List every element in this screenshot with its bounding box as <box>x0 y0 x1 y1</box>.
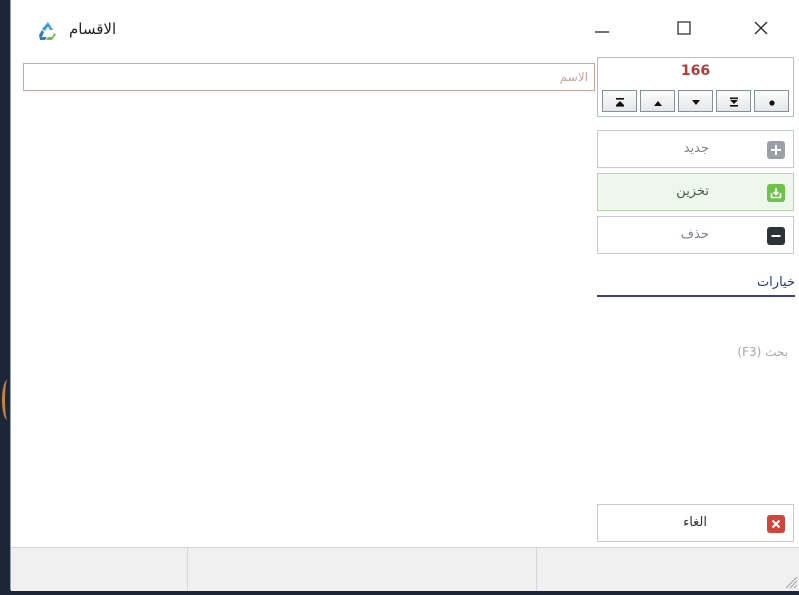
save-button[interactable]: تخزين <box>597 173 794 211</box>
window-title: الاقسام <box>69 20 117 38</box>
cancel-x-icon <box>767 515 785 533</box>
search-link[interactable]: بحث (F3) <box>651 345 788 359</box>
cancel-button[interactable]: الغاء <box>597 504 794 542</box>
title-bar[interactable]: الاقسام <box>11 0 799 56</box>
recycle-icon <box>36 20 60 42</box>
close-icon <box>753 20 769 40</box>
previous-record-icon <box>691 92 701 111</box>
new-button[interactable]: جديد <box>597 130 794 168</box>
maximize-icon <box>676 20 692 40</box>
name-input[interactable] <box>23 63 595 91</box>
delete-button[interactable]: حذف <box>597 216 794 254</box>
delete-button-label: حذف <box>680 227 709 242</box>
options-heading: خيارات <box>756 275 795 290</box>
record-navigator: 166 <box>597 57 794 117</box>
minimize-button[interactable] <box>579 12 625 48</box>
maximize-button[interactable] <box>661 12 707 48</box>
last-record-icon <box>614 92 626 111</box>
minimize-icon <box>594 20 610 40</box>
status-segment-1 <box>11 548 188 591</box>
desktop-background-left <box>0 0 10 595</box>
next-record-button[interactable] <box>640 90 675 112</box>
minus-icon <box>767 227 785 245</box>
save-icon <box>767 184 785 202</box>
first-record-icon <box>728 92 740 111</box>
new-record-dot-icon <box>768 92 776 111</box>
status-segment-2 <box>188 548 537 591</box>
options-divider <box>597 295 795 297</box>
plus-icon <box>767 141 785 159</box>
next-record-icon <box>653 92 663 111</box>
record-number: 166 <box>680 63 711 79</box>
new-record-dot-button[interactable] <box>754 90 789 112</box>
departments-window: الاقسام 166 <box>10 0 799 591</box>
new-button-label: جديد <box>683 141 709 156</box>
previous-record-button[interactable] <box>678 90 713 112</box>
save-button-label: تخزين <box>676 184 709 199</box>
status-bar <box>11 547 799 591</box>
last-record-button[interactable] <box>602 90 637 112</box>
navigator-buttons <box>602 90 789 112</box>
first-record-button[interactable] <box>716 90 751 112</box>
resize-grip-icon[interactable] <box>782 573 798 589</box>
cancel-button-label: الغاء <box>683 515 707 530</box>
close-button[interactable] <box>738 12 784 48</box>
